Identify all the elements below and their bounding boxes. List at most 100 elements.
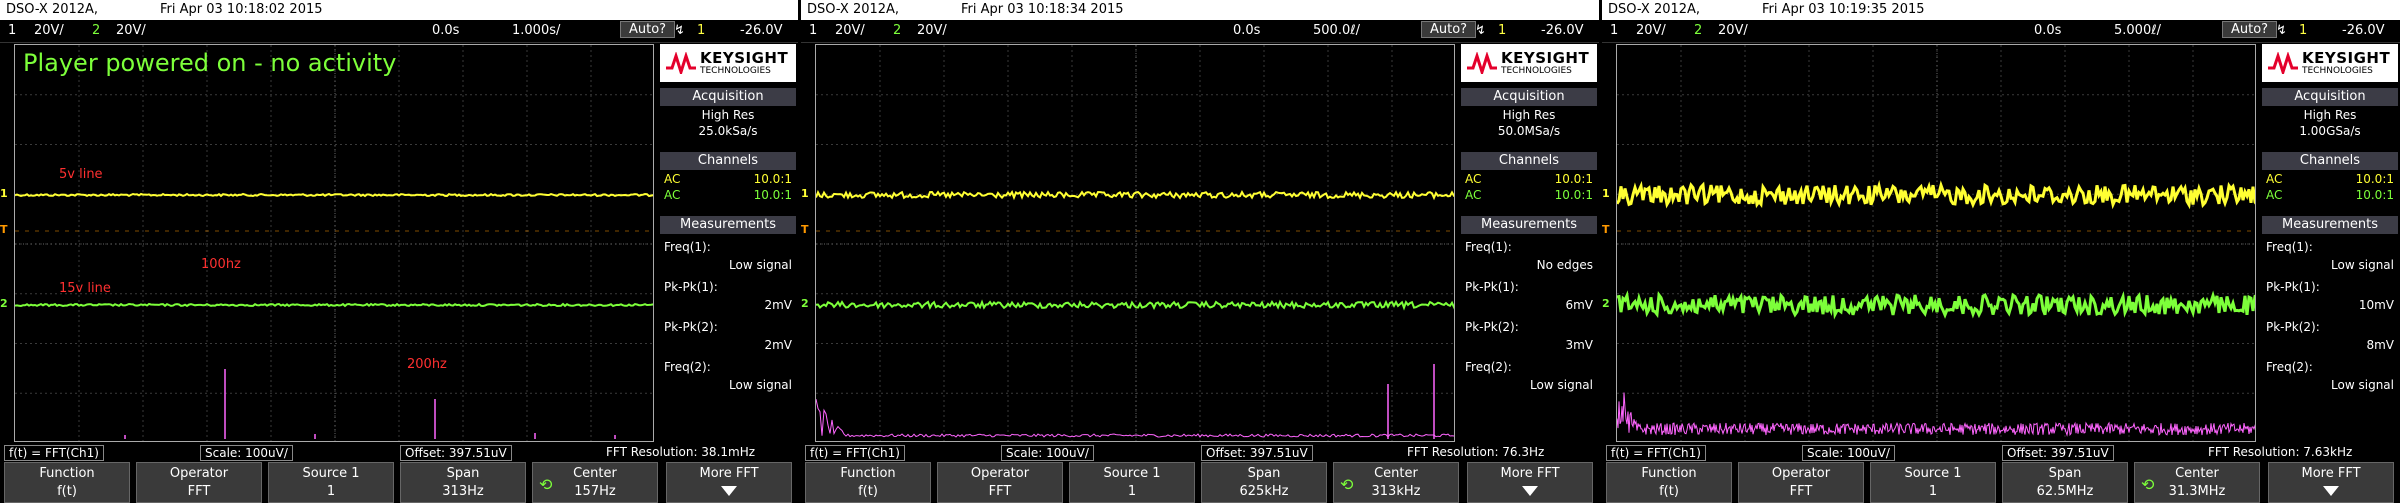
fft-function-label: f(t) = FFT(Ch1) [4,445,104,461]
softkey-title: More FFT [2301,466,2361,481]
ch1-scale[interactable]: 20V/ [835,23,865,38]
trigger-channel[interactable]: 1 [1498,23,1506,38]
measurement-value: Low signal [2331,258,2394,272]
measurement-label: Pk-Pk(1): [1465,280,1519,294]
measurement-label: Pk-Pk(1): [2266,280,2320,294]
scope-screen-1: DSO-X 2012A, Fri Apr 03 10:18:02 2015 1 20V… [0,0,798,503]
trigger-level[interactable]: -26.0V [740,23,783,38]
softkey-span[interactable]: Span 625kHz [1201,462,1327,503]
measurement-value: No edges [1536,258,1593,272]
measurements-header[interactable]: Measurements [2262,216,2398,234]
timebase-value[interactable]: 500.0ℓ/ [1313,23,1360,38]
ch1-number[interactable]: 1 [809,23,817,38]
fft-resolution-label: FFT Resolution: 76.3Hz [1407,445,1545,459]
ch2-coupling: AC [664,188,681,202]
measurement-value: Low signal [729,258,792,272]
ch2-scale[interactable]: 20V/ [917,23,947,38]
ch1-scale[interactable]: 20V/ [1636,23,1666,38]
softkey-source-1[interactable]: Source 1 1 [268,462,394,503]
softkey-center[interactable]: Center ⟲ 157Hz [532,462,658,503]
softkey-more-fft[interactable]: More FFT [666,462,792,503]
measurement-value: 8mV [2366,338,2394,352]
ch1-ground-marker[interactable]: 1 [1602,187,1610,200]
softkey-source-1[interactable]: Source 1 1 [1069,462,1195,503]
softkey-more-fft[interactable]: More FFT [1467,462,1593,503]
ch2-number[interactable]: 2 [92,23,100,38]
softkey-value: f(t) [57,484,77,499]
acquisition-header[interactable]: Acquisition [660,88,796,106]
softkey-title: Source 1 [1103,466,1161,481]
acquisition-header[interactable]: Acquisition [2262,88,2398,106]
ch2-scale[interactable]: 20V/ [116,23,146,38]
softkey-span[interactable]: Span 62.5MHz [2002,462,2128,503]
trigger-level-marker[interactable]: T [0,223,8,236]
trigger-channel[interactable]: 1 [2299,23,2307,38]
ch2-ground-marker[interactable]: 2 [1602,297,1610,310]
softkey-function[interactable]: Function f(t) [805,462,931,503]
ch2-number[interactable]: 2 [1694,23,1702,38]
trigger-level[interactable]: -26.0V [1541,23,1584,38]
ch2-coupling: AC [1465,188,1482,202]
ch1-probe: 10.0:1 [2355,172,2394,186]
ch2-trace [816,299,1454,311]
ch1-ground-marker[interactable]: 1 [0,187,8,200]
logo-subtext: TECHNOLOGIES [2302,66,2373,76]
softkey-span[interactable]: Span 313Hz [400,462,526,503]
ch2-ground-marker[interactable]: 2 [801,297,809,310]
measurements-header[interactable]: Measurements [1461,216,1597,234]
channels-header[interactable]: Channels [660,152,796,170]
ch1-scale[interactable]: 20V/ [34,23,64,38]
ch1-ground-marker[interactable]: 1 [801,187,809,200]
softkey-center[interactable]: Center ⟲ 313kHz [1333,462,1459,503]
measurements-header[interactable]: Measurements [660,216,796,234]
acquisition-mode: High Res [2303,108,2357,122]
trigger-mode-button[interactable]: Auto? [2222,21,2278,38]
softkey-center[interactable]: Center ⟲ 31.3MHz [2134,462,2260,503]
channels-header[interactable]: Channels [1461,152,1597,170]
keysight-wave-icon [2268,52,2298,74]
ch1-number[interactable]: 1 [8,23,16,38]
ch1-number[interactable]: 1 [1610,23,1618,38]
channel-status-bar: 1 20V/2 20V/0.0s 5.000ℓ/Auto? ↯ 1 -26.0V [1602,20,2400,43]
logo-text: KEYSIGHT [700,49,789,67]
softkey-title: Operator [1771,466,1831,481]
timebase-value[interactable]: 1.000s/ [512,23,560,38]
softkey-bar: Function f(t) Operator FFT Source 1 1 Span 313H… [0,462,798,503]
timebase-value[interactable]: 5.000ℓ/ [2114,23,2161,38]
acquisition-header[interactable]: Acquisition [1461,88,1597,106]
ch1-settings-row: AC 10.0:1 [664,172,792,186]
model-label: DSO-X 2012A, [6,2,99,17]
trigger-level[interactable]: -26.0V [2342,23,2385,38]
screen-header: DSO-X 2012A, Fri Apr 03 10:19:35 2015 [1602,0,2400,20]
ch2-number[interactable]: 2 [893,23,901,38]
measurement-label: Freq(1): [664,240,711,254]
softkey-function[interactable]: Function f(t) [4,462,130,503]
fft-resolution-label: FFT Resolution: 38.1mHz [606,445,756,459]
ch2-probe: 10.0:1 [753,188,792,202]
trigger-level-marker[interactable]: T [1602,223,1610,236]
trigger-channel[interactable]: 1 [697,23,705,38]
ch2-coupling: AC [2266,188,2283,202]
trigger-mode-button[interactable]: Auto? [620,21,676,38]
annotation-15v-line: 15v line [59,281,111,296]
softkey-operator[interactable]: Operator FFT [136,462,262,503]
delay-value[interactable]: 0.0s [432,23,459,38]
measurement-label: Freq(2): [1465,360,1512,374]
measurement-value: 2mV [764,298,792,312]
softkey-value: 62.5MHz [2036,484,2094,499]
ch2-scale[interactable]: 20V/ [1718,23,1748,38]
sample-rate: 1.00GSa/s [2299,124,2361,138]
trigger-mode-button[interactable]: Auto? [1421,21,1477,38]
softkey-value: 1 [1928,484,1938,499]
softkey-operator[interactable]: Operator FFT [1738,462,1864,503]
softkey-operator[interactable]: Operator FFT [937,462,1063,503]
trigger-level-marker[interactable]: T [801,223,809,236]
measurement-label: Pk-Pk(2): [1465,320,1519,334]
softkey-more-fft[interactable]: More FFT [2268,462,2394,503]
channels-header[interactable]: Channels [2262,152,2398,170]
ch2-ground-marker[interactable]: 2 [0,297,8,310]
delay-value[interactable]: 0.0s [2034,23,2061,38]
delay-value[interactable]: 0.0s [1233,23,1260,38]
softkey-function[interactable]: Function f(t) [1606,462,1732,503]
softkey-source-1[interactable]: Source 1 1 [1870,462,1996,503]
